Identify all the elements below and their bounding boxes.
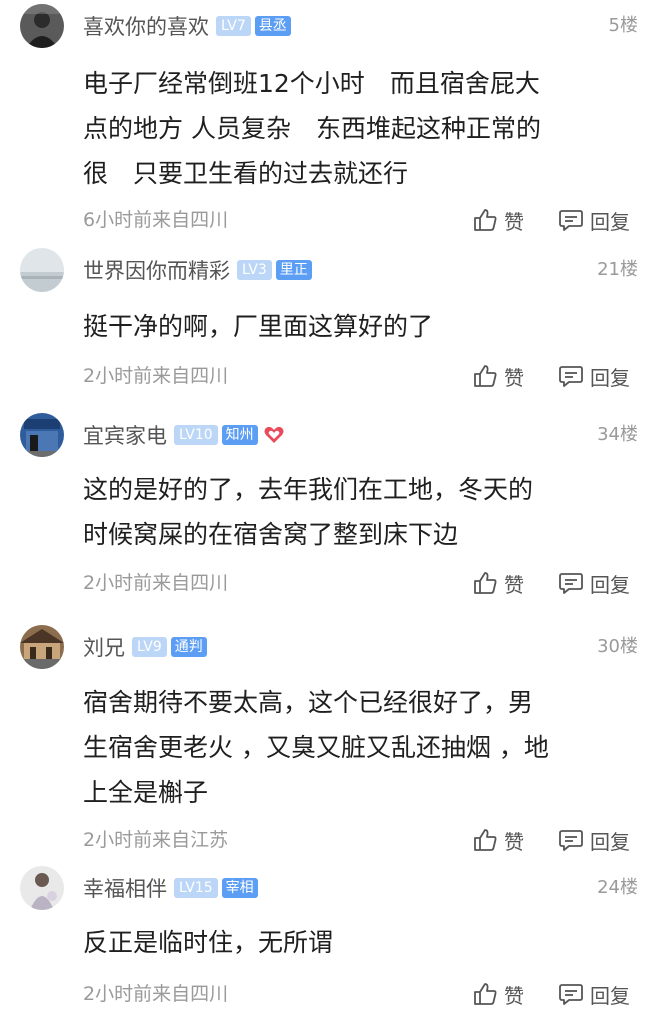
thumbs-up-icon	[474, 983, 497, 1005]
avatar[interactable]	[20, 625, 64, 669]
comment-content: 电子厂经常倒班12个小时 而且宿舍屁大 点的地方 人员复杂 东西堆起这种正常的 …	[83, 61, 628, 196]
avatar[interactable]	[20, 413, 64, 457]
comment-content: 这的是好的了，去年我们在工地，冬天的 时候窝屎的在宿舍窝了整到床下边	[83, 467, 628, 557]
comment-line: 挺干净的啊，厂里面这算好的了	[83, 312, 434, 341]
comment-content: 挺干净的啊，厂里面这算好的了	[83, 304, 628, 349]
comment-item: 喜欢你的喜欢 LV7 县丞 5楼 电子厂经常倒班12个小时 而且宿舍屁大 点的地…	[0, 4, 660, 244]
thumbs-up-icon	[474, 365, 497, 387]
reply-button[interactable]: 回复	[558, 358, 630, 394]
floor-number: 5楼	[608, 15, 638, 36]
floor-number: 34楼	[597, 424, 638, 445]
floor-number: 30楼	[597, 636, 638, 657]
comment-meta: 2小时前来自四川	[83, 365, 229, 387]
username[interactable]: 喜欢你的喜欢	[83, 11, 209, 41]
floor-number: 21楼	[597, 259, 638, 280]
comment-line: 宿舍期待不要太高，这个已经很好了，男	[83, 688, 534, 717]
comment-content: 宿舍期待不要太高，这个已经很好了，男 生宿舍更老火 ，又臭又脏又乱还抽烟 ，地 …	[83, 680, 628, 815]
reply-button[interactable]: 回复	[558, 202, 630, 238]
reply-label: 回复	[590, 829, 630, 854]
comment-line: 反正是临时住，无所谓	[83, 928, 334, 957]
username[interactable]: 宜宾家电	[83, 420, 167, 450]
like-label: 赞	[504, 829, 524, 854]
comment-line: 点的地方 人员复杂 东西堆起这种正常的	[83, 114, 541, 143]
comment-line: 这的是好的了，去年我们在工地，冬天的	[83, 475, 534, 504]
username[interactable]: 刘兄	[83, 632, 125, 662]
reply-label: 回复	[590, 209, 630, 234]
level-badge: LV10	[174, 425, 218, 445]
reply-icon	[559, 366, 583, 387]
heart-badge-icon	[263, 424, 285, 446]
thumbs-up-icon	[474, 572, 497, 594]
level-badge: LV3	[237, 260, 272, 280]
reply-button[interactable]: 回复	[558, 822, 630, 858]
comment-item: 幸福相伴 LV15 宰相 24楼 反正是临时住，无所谓 2小时前来自四川 赞 回…	[0, 866, 660, 1016]
title-badge: 通判	[170, 637, 207, 657]
comment-item: 宜宾家电 LV10 知州 34楼 这的是好的了，去年我们在工地，冬天的 时候窝屎…	[0, 413, 660, 613]
comment-meta: 2小时前来自四川	[83, 572, 229, 594]
reply-button[interactable]: 回复	[558, 565, 630, 601]
like-label: 赞	[504, 572, 524, 597]
level-badge: LV9	[132, 637, 167, 657]
like-label: 赞	[504, 983, 524, 1008]
comment-meta: 6小时前来自四川	[83, 209, 229, 231]
thumbs-up-icon	[474, 829, 497, 851]
reply-icon	[559, 573, 583, 594]
like-label: 赞	[504, 365, 524, 390]
reply-icon	[559, 210, 583, 231]
like-button[interactable]: 赞	[472, 202, 524, 238]
comment-line: 电子厂经常倒班12个小时 而且宿舍屁大	[83, 69, 540, 98]
floor-number: 24楼	[597, 877, 638, 898]
thumbs-up-icon	[474, 209, 497, 231]
like-button[interactable]: 赞	[472, 822, 524, 858]
comment-line: 时候窝屎的在宿舍窝了整到床下边	[83, 520, 459, 549]
title-badge: 县丞	[254, 16, 291, 36]
avatar[interactable]	[20, 866, 64, 910]
username[interactable]: 世界因你而精彩	[83, 255, 230, 285]
comment-item: 世界因你而精彩 LV3 里正 21楼 挺干净的啊，厂里面这算好的了 2小时前来自…	[0, 248, 660, 398]
comment-meta: 2小时前来自四川	[83, 983, 229, 1005]
comment-meta: 2小时前来自江苏	[83, 829, 229, 851]
title-badge: 知州	[221, 425, 258, 445]
like-button[interactable]: 赞	[472, 358, 524, 394]
username[interactable]: 幸福相伴	[83, 873, 167, 903]
reply-label: 回复	[590, 983, 630, 1008]
comment-item: 刘兄 LV9 通判 30楼 宿舍期待不要太高，这个已经很好了，男 生宿舍更老火 …	[0, 625, 660, 865]
title-badge: 里正	[275, 260, 312, 280]
reply-label: 回复	[590, 365, 630, 390]
reply-icon	[559, 830, 583, 851]
level-badge: LV15	[174, 878, 218, 898]
like-label: 赞	[504, 209, 524, 234]
reply-icon	[559, 984, 583, 1005]
like-button[interactable]: 赞	[472, 565, 524, 601]
reply-label: 回复	[590, 572, 630, 597]
avatar[interactable]	[20, 248, 64, 292]
like-button[interactable]: 赞	[472, 976, 524, 1012]
comment-content: 反正是临时住，无所谓	[83, 920, 628, 965]
title-badge: 宰相	[221, 878, 258, 898]
avatar[interactable]	[20, 4, 64, 48]
level-badge: LV7	[216, 16, 251, 36]
comment-line: 上全是槲子	[83, 778, 209, 807]
comment-line: 很 只要卫生看的过去就还行	[83, 159, 409, 188]
comment-line: 生宿舍更老火 ，又臭又脏又乱还抽烟 ，地	[83, 733, 549, 762]
reply-button[interactable]: 回复	[558, 976, 630, 1012]
